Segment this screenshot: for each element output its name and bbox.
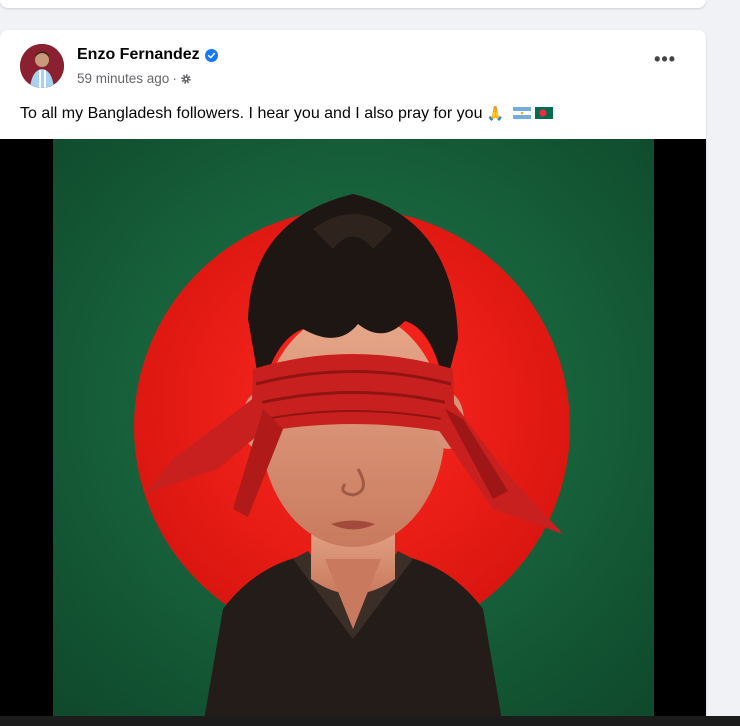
previous-post-card <box>0 0 706 8</box>
author-name[interactable]: Enzo Fernandez <box>77 46 200 64</box>
blindfolded-boy-artwork <box>53 139 654 726</box>
praying-hands-emoji: 🙏 <box>486 106 505 122</box>
meta-separator: · <box>172 71 177 86</box>
more-options-button[interactable]: ••• <box>654 50 676 68</box>
more-dots-icon: ••• <box>654 49 676 69</box>
post-caption: To all my Bangladesh followers. I hear y… <box>20 105 690 123</box>
caption-text: To all my Bangladesh followers. I hear y… <box>20 105 483 122</box>
avatar-image <box>20 44 64 88</box>
post-timestamp[interactable]: 59 minutes ago <box>77 71 169 86</box>
author-avatar[interactable] <box>20 44 64 88</box>
author-name-link[interactable]: Enzo Fernandez <box>77 46 218 64</box>
verified-badge-icon <box>204 48 218 62</box>
bangladesh-flag-emoji <box>535 107 554 119</box>
gear-icon[interactable] <box>180 73 192 85</box>
post-image[interactable] <box>0 139 706 726</box>
bottom-edge <box>0 716 740 726</box>
post-meta: 59 minutes ago · <box>77 71 192 86</box>
facebook-post: Enzo Fernandez 59 minutes ago · ••• To a… <box>0 30 706 726</box>
argentina-flag-emoji <box>512 107 531 119</box>
